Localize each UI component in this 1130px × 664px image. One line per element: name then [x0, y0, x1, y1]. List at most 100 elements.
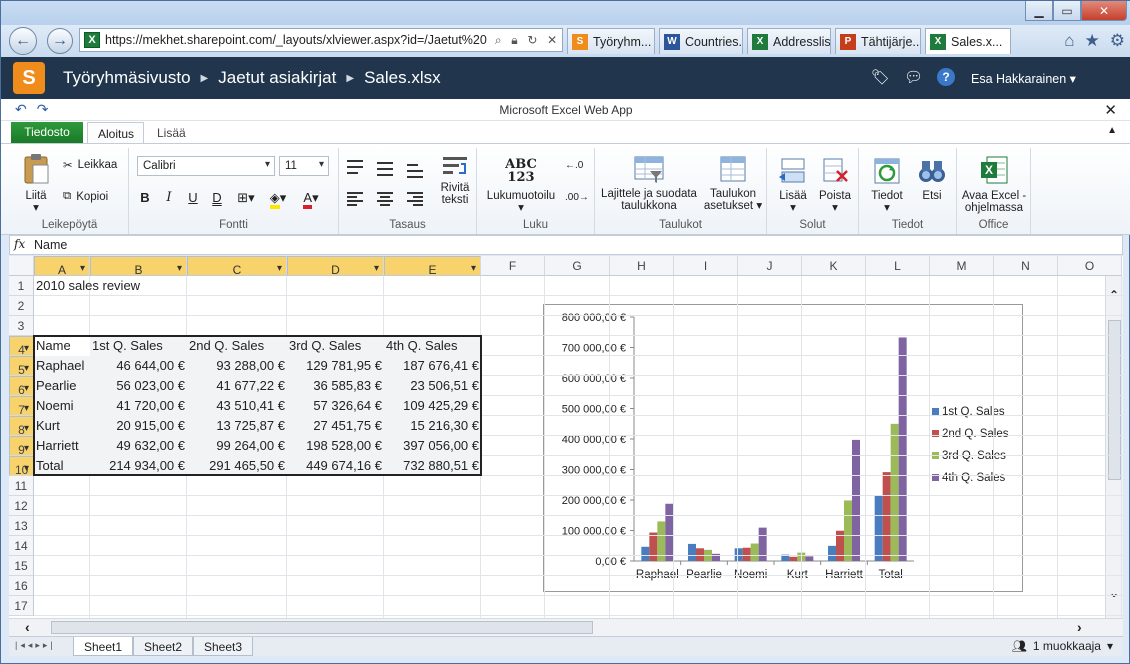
decrease-decimal-icon[interactable]: .00→ — [565, 192, 589, 203]
column-header[interactable]: D — [287, 256, 384, 279]
column-header[interactable]: J — [738, 256, 802, 276]
bar[interactable] — [641, 546, 650, 561]
column-header[interactable]: O — [1058, 256, 1122, 276]
scroll-right-icon[interactable]: › — [1077, 619, 1082, 635]
column-header[interactable]: B — [90, 256, 187, 279]
cut-button[interactable]: ✂ Leikkaa — [63, 158, 117, 172]
align-bottom-icon[interactable] — [407, 164, 423, 178]
align-middle-icon[interactable] — [377, 162, 393, 176]
bar[interactable] — [890, 423, 899, 561]
column-header[interactable]: H — [610, 256, 674, 276]
underline-button[interactable]: U — [183, 188, 203, 208]
italic-button[interactable]: I — [159, 188, 179, 208]
favorites-star-icon[interactable]: ★ — [1085, 31, 1100, 51]
bar[interactable] — [852, 439, 860, 561]
double-underline-button[interactable]: D — [207, 188, 227, 208]
close-window-button[interactable]: ✕ — [1081, 1, 1127, 21]
forward-button[interactable]: → — [47, 28, 73, 54]
column-header[interactable]: I — [674, 256, 738, 276]
bold-button[interactable]: B — [135, 188, 155, 208]
cell-a1[interactable]: 2010 sales review — [34, 276, 234, 296]
browser-tab[interactable]: W Countries... — [659, 28, 743, 54]
row-header[interactable]: 2 — [9, 296, 34, 316]
editors-status[interactable]: 👥︎ 1 muokkaaja ▾ — [1012, 639, 1113, 653]
row-header[interactable]: 7 — [9, 396, 34, 419]
back-button[interactable]: ← — [9, 27, 37, 55]
horizontal-scrollbar[interactable]: ‹ › — [9, 618, 1123, 636]
bar[interactable] — [828, 545, 836, 561]
sharepoint-logo-icon[interactable]: S — [13, 62, 45, 94]
row-header[interactable]: 3 — [9, 316, 34, 336]
wrap-text-button[interactable]: Rivitä teksti — [435, 154, 475, 206]
sort-filter-button[interactable]: Lajittele ja suodata taulukkona — [599, 154, 699, 212]
browser-tab[interactable]: S Työryhm... — [567, 28, 655, 54]
browser-tab[interactable]: P Tähtijärje... — [835, 28, 921, 54]
tab-home[interactable]: Aloitus — [87, 122, 144, 143]
fill-color-button[interactable]: ◈▾ — [263, 188, 293, 209]
horizontal-scroll-thumb[interactable] — [51, 621, 593, 634]
bar[interactable] — [688, 543, 696, 561]
row-header[interactable]: 8 — [9, 416, 34, 439]
maximize-button[interactable]: ▭ — [1053, 1, 1081, 21]
address-bar[interactable]: X https://mekhet.sharepoint.com/_layouts… — [79, 28, 563, 52]
browser-tab[interactable]: X Addresslis... — [747, 28, 831, 54]
column-header[interactable]: G — [545, 256, 610, 276]
column-header[interactable]: N — [994, 256, 1058, 276]
bar[interactable] — [805, 556, 814, 561]
stop-icon[interactable]: ✕ — [547, 33, 557, 48]
bar[interactable] — [898, 337, 907, 561]
lock-icon[interactable]: 🔒︎ — [511, 33, 517, 48]
row-header[interactable]: 14 — [9, 536, 34, 556]
find-button[interactable]: Etsi — [911, 156, 953, 202]
font-color-button[interactable]: A▾ — [297, 188, 325, 209]
delete-cells-button[interactable]: Poista ▾ — [815, 156, 855, 214]
home-icon[interactable]: ⌂ — [1064, 31, 1074, 51]
row-header[interactable]: 9 — [9, 436, 34, 459]
row-header[interactable]: 13 — [9, 516, 34, 536]
row-header[interactable]: 17 — [9, 596, 34, 616]
bar[interactable] — [649, 532, 658, 561]
copy-button[interactable]: ⧉ Kopioi — [63, 190, 108, 203]
sheet-nav-icons[interactable]: |◂◂▸▸| — [15, 640, 56, 651]
data-button[interactable]: Tiedot ▾ — [865, 156, 909, 214]
increase-decimal-icon[interactable]: ←.0 — [565, 160, 583, 171]
align-left-icon[interactable] — [347, 192, 363, 206]
sheet-tab-1[interactable]: Sheet1 — [73, 637, 134, 656]
bar[interactable] — [874, 495, 883, 561]
open-in-excel-button[interactable]: X Avaa Excel -ohjelmassa — [961, 154, 1027, 214]
bar[interactable] — [750, 543, 759, 561]
row-header[interactable]: 4 — [9, 336, 34, 359]
help-icon[interactable]: ? — [937, 68, 956, 86]
collapse-ribbon-icon[interactable]: ▲ — [1107, 125, 1117, 136]
comments-icon[interactable]: 💬︎ — [904, 68, 923, 86]
sales-chart[interactable]: 0,00 €100 000,00 €200 000,00 €300 000,00… — [543, 304, 1023, 592]
scroll-left-icon[interactable]: ‹ — [25, 619, 30, 635]
align-top-icon[interactable] — [347, 160, 363, 174]
gear-icon[interactable]: ⚙ — [1110, 31, 1125, 51]
row-header[interactable]: 12 — [9, 496, 34, 516]
column-header[interactable]: C — [187, 256, 287, 279]
formula-bar[interactable]: fx Name — [9, 235, 1123, 255]
number-format-button[interactable]: ABC 123 Lukumuotoilu ▾ — [483, 156, 559, 214]
column-header[interactable]: E — [384, 256, 481, 279]
row-header[interactable]: 1 — [9, 276, 34, 296]
column-header[interactable]: F — [481, 256, 545, 276]
breadcrumb-library[interactable]: Jaetut asiakirjat — [218, 68, 336, 88]
select-all-corner[interactable] — [9, 256, 34, 276]
align-right-icon[interactable] — [407, 192, 423, 206]
bar[interactable] — [882, 472, 891, 561]
scroll-down-icon[interactable]: ⌄ — [1109, 586, 1119, 600]
table-options-button[interactable]: Taulukon asetukset ▾ — [703, 154, 763, 212]
column-header[interactable]: K — [802, 256, 866, 276]
refresh-icon[interactable]: ↻ — [527, 33, 537, 48]
bar[interactable] — [844, 500, 852, 561]
tab-insert[interactable]: Lisää — [147, 122, 196, 143]
column-header[interactable]: L — [866, 256, 930, 276]
row-header[interactable]: 5 — [9, 356, 34, 379]
sheet-tab-2[interactable]: Sheet2 — [133, 637, 194, 656]
row-header[interactable]: 16 — [9, 576, 34, 596]
borders-button[interactable]: ⊞▾ — [233, 188, 259, 208]
user-menu[interactable]: Esa Hakkarainen ▾ — [971, 71, 1076, 86]
column-header[interactable]: A — [34, 256, 90, 279]
align-center-icon[interactable] — [377, 192, 393, 206]
